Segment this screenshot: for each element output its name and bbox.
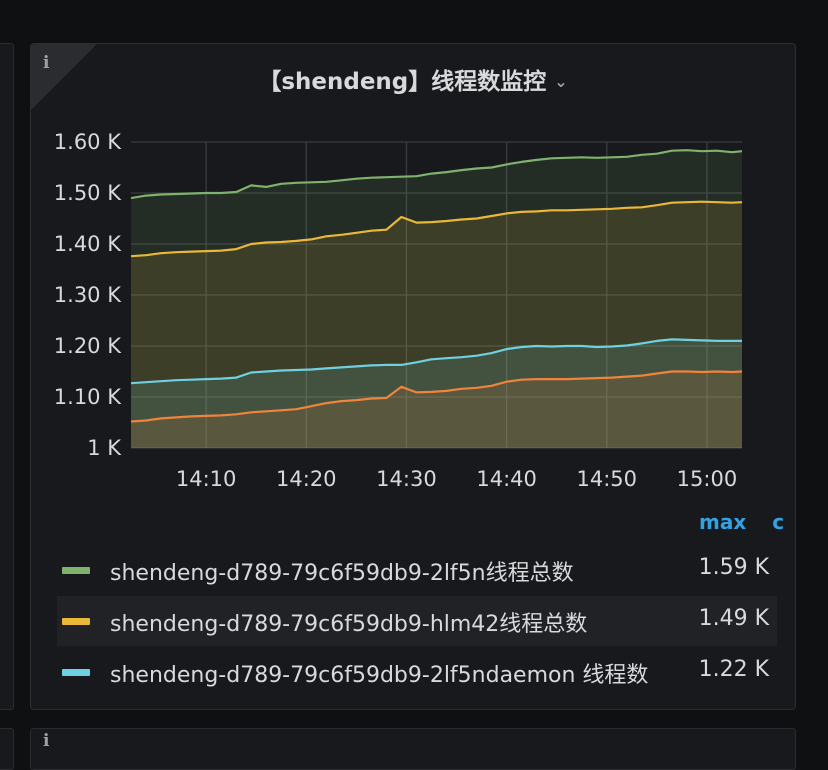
x-tick-label: 14:10 [176, 467, 237, 491]
thread-count-chart[interactable]: 1.60 K 1.50 K 1.40 K 1.30 K 1.20 K 1.10 K 1 K 1… [31, 44, 795, 504]
adjacent-panel-left [0, 43, 14, 710]
x-tick-label: 14:20 [276, 467, 337, 491]
legend-header: max c [699, 510, 795, 534]
x-tick-label: 14:50 [577, 467, 638, 491]
y-tick-label: 1.30 K [54, 283, 122, 307]
x-tick-label: 14:40 [476, 467, 537, 491]
legend-item[interactable]: shendeng-d789-79c6f59db9-hlm42线程总数 1.49 … [57, 596, 777, 646]
legend-series-name[interactable]: shendeng-d789-79c6f59db9-2lf5n线程总数 [110, 555, 574, 587]
x-tick-label: 15:00 [677, 467, 738, 491]
legend-item[interactable]: shendeng-d789-79c6f59db9-2lf5ndaemon 线程数… [57, 647, 777, 697]
legend-item[interactable]: shendeng-d789-79c6f59db9-2lf5n线程总数 1.59 … [57, 545, 777, 595]
legend-series-name[interactable]: shendeng-d789-79c6f59db9-hlm42线程总数 [110, 606, 587, 638]
y-tick-label: 1.20 K [54, 334, 122, 358]
y-tick-label: 1.50 K [54, 181, 122, 205]
legend-max-value: 1.49 K [698, 606, 769, 631]
legend-column-current[interactable]: c [772, 510, 784, 534]
y-tick-label: 1.60 K [54, 130, 122, 154]
y-tick-label: 1 K [87, 436, 122, 460]
legend-series-name[interactable]: shendeng-d789-79c6f59db9-2lf5ndaemon 线程数 [110, 657, 648, 689]
y-tick-label: 1.10 K [54, 385, 122, 409]
adjacent-panel-bottom-left [0, 728, 14, 770]
info-icon[interactable]: i [43, 731, 49, 751]
thread-count-panel: i 【shendeng】线程数监控 ⌄ 1.60 K 1.50 K 1.40 K 1.3… [30, 43, 796, 710]
adjacent-panel-bottom: i [30, 728, 796, 770]
series-color-swatch[interactable] [62, 567, 90, 574]
y-tick-label: 1.40 K [54, 232, 122, 256]
series-color-swatch[interactable] [62, 618, 90, 625]
legend-max-value: 1.59 K [698, 555, 769, 580]
series-color-swatch[interactable] [62, 669, 90, 676]
x-tick-label: 14:30 [376, 467, 437, 491]
legend-max-value: 1.22 K [698, 657, 769, 682]
legend-column-max[interactable]: max [699, 510, 746, 534]
